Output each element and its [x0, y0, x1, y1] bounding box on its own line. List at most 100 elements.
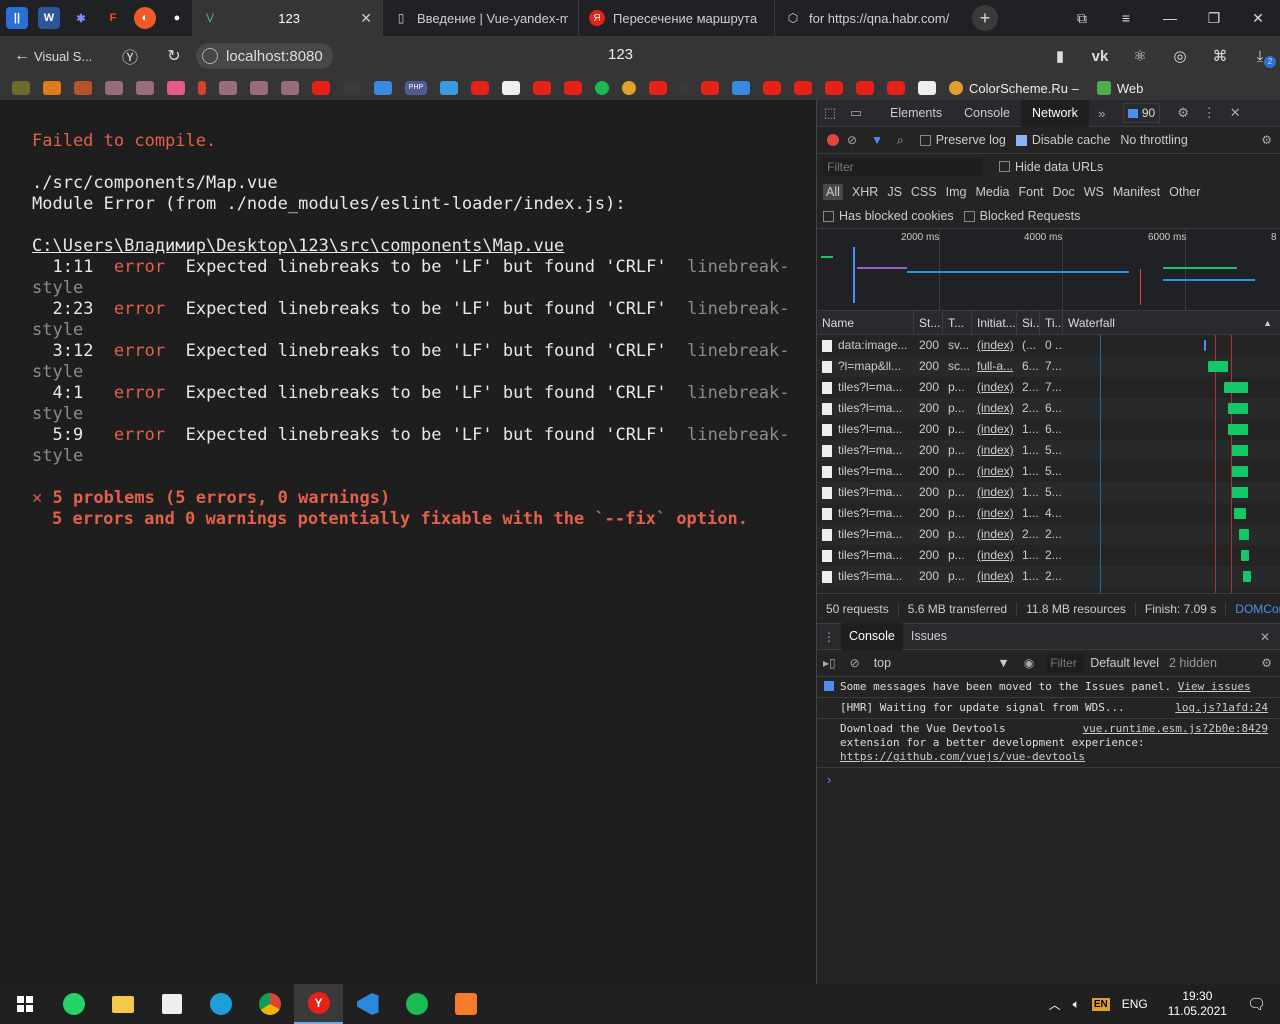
youtube-icon[interactable] [471, 81, 489, 95]
php-icon[interactable]: PHP [405, 81, 427, 95]
hide-data-urls-checkbox[interactable]: Hide data URLs [999, 160, 1103, 174]
bookmark-icon[interactable] [502, 81, 520, 95]
col-time[interactable]: Ti... [1040, 310, 1063, 335]
web-icon[interactable] [1096, 81, 1111, 95]
pinned-tab-pause-icon[interactable]: || [6, 7, 28, 29]
filter-css[interactable]: CSS [911, 185, 937, 199]
chrome-icon[interactable] [245, 984, 294, 1024]
pinned-tab-orange-icon[interactable]: ◐ [134, 7, 156, 29]
start-button[interactable] [0, 984, 49, 1024]
bookmark-icon[interactable] [732, 81, 750, 95]
youtube-icon[interactable] [564, 81, 582, 95]
request-initiator-cell[interactable]: (index) [972, 566, 1017, 587]
whatsapp-icon[interactable] [49, 984, 98, 1024]
youtube-icon[interactable] [649, 81, 667, 95]
react-icon[interactable]: ⚛ [1120, 47, 1160, 65]
network-request-row[interactable]: ?l=map&ll... 200 sc... full-a... 6... 7... [817, 356, 1280, 377]
message-source-link[interactable]: log.js?1afd:24 [1175, 701, 1268, 715]
network-settings-icon[interactable]: ⚙ [1261, 133, 1272, 147]
console-settings-icon[interactable]: ⚙ [1261, 656, 1272, 670]
disable-cache-checkbox[interactable]: Disable cache [1015, 133, 1110, 147]
vscode-icon[interactable] [343, 984, 392, 1024]
drawer-menu-icon[interactable]: ⋮ [817, 630, 841, 644]
tab-elements[interactable]: Elements [879, 100, 953, 127]
request-initiator-cell[interactable]: (index) [972, 398, 1017, 419]
filter-img[interactable]: Img [946, 185, 967, 199]
spotify-icon[interactable] [595, 81, 609, 95]
request-initiator-cell[interactable]: (index) [972, 461, 1017, 482]
drawer-tab-console[interactable]: Console [841, 623, 903, 650]
vue-devtools-link[interactable]: https://github.com/vuejs/vue-devtools [840, 750, 1085, 763]
bookmark-icon[interactable] [136, 81, 154, 95]
youtube-icon[interactable] [825, 81, 843, 95]
search-icon[interactable]: ⌕ [897, 133, 904, 148]
clear-console-icon[interactable]: ⊘ [850, 656, 860, 670]
request-initiator-cell[interactable]: (index) [972, 440, 1017, 461]
volume-icon[interactable]: 🔈︎ [1073, 997, 1080, 1012]
new-tab-button[interactable]: + [972, 5, 998, 31]
view-issues-link[interactable]: View issues [1178, 680, 1251, 693]
url-field[interactable]: localhost:8080 [196, 43, 333, 69]
col-name[interactable]: Name [817, 310, 914, 335]
network-request-row[interactable]: tiles?l=ma... 200 p... (index) 1... 2... [817, 566, 1280, 587]
bookmark-web[interactable]: Web [1117, 81, 1144, 96]
checkbox[interactable] [999, 161, 1010, 172]
bookmark-icon[interactable] [12, 81, 30, 95]
sourcetree-icon[interactable] [441, 984, 490, 1024]
download-icon[interactable]: ⤓ 2 [1240, 48, 1280, 68]
minimize-button[interactable]: — [1148, 0, 1192, 36]
bookmark-icon[interactable] [281, 81, 299, 95]
close-window-button[interactable]: ✕ [1236, 0, 1280, 36]
drawer-tab-issues[interactable]: Issues [903, 623, 955, 650]
file-explorer-icon[interactable] [98, 984, 147, 1024]
bookmark-colorscheme[interactable]: ColorScheme.Ru – [969, 81, 1079, 96]
filter-input[interactable]: Filter [823, 157, 983, 176]
notifications-icon[interactable]: 🗨︎ [1247, 995, 1266, 1013]
youtube-icon[interactable] [856, 81, 874, 95]
request-initiator-cell[interactable]: (index) [972, 419, 1017, 440]
yandex-logo-icon[interactable]: Ⓨ [108, 44, 152, 68]
bookmark-icon[interactable] [43, 81, 61, 95]
col-status[interactable]: St... [914, 310, 943, 335]
eye-icon[interactable]: ◉ [1024, 656, 1034, 670]
record-button[interactable] [827, 134, 839, 146]
bookmark-icon[interactable] [918, 81, 936, 95]
filter-media[interactable]: Media [975, 185, 1009, 199]
bookmark-icon[interactable] [374, 81, 392, 95]
network-request-row[interactable]: tiles?l=ma... 200 p... (index) 2... 7... [817, 377, 1280, 398]
request-initiator-cell[interactable]: (index) [972, 545, 1017, 566]
bookmark-icon[interactable]: ▮ [1040, 47, 1080, 65]
sidebar-toggle-icon[interactable]: ▸▯ [823, 656, 836, 670]
console-prompt[interactable]: › [817, 768, 1280, 791]
tab-network[interactable]: Network [1020, 99, 1089, 127]
request-initiator-cell[interactable]: (index) [972, 335, 1017, 356]
tab-console[interactable]: Console [953, 100, 1021, 127]
close-icon[interactable]: ✕ [360, 10, 372, 27]
more-tabs-icon[interactable]: » [1089, 106, 1115, 121]
tab[interactable]: ⬡ for https://qna.habr.com/ [774, 0, 964, 36]
bookmark-icon[interactable] [343, 81, 361, 95]
tab[interactable]: Я Пересечение маршрута [578, 0, 774, 36]
youtube-icon[interactable] [763, 81, 781, 95]
language-indicator[interactable]: ENG [1122, 997, 1148, 1011]
checkbox[interactable] [963, 210, 975, 222]
col-waterfall[interactable]: Waterfall ▲ [1063, 311, 1280, 335]
vk-icon[interactable]: vk [1080, 48, 1120, 65]
request-initiator-cell[interactable]: (index) [972, 482, 1017, 503]
checkbox[interactable] [919, 134, 931, 146]
youtube-icon[interactable] [794, 81, 812, 95]
request-initiator-cell[interactable]: (index) [972, 503, 1017, 524]
tabs-icon[interactable]: ⧉ [1060, 0, 1104, 36]
tab[interactable]: ▯ Введение | Vue-yandex-m [382, 0, 578, 36]
gear-icon[interactable]: ⚙ [1170, 105, 1196, 121]
network-request-row[interactable]: tiles?l=ma... 200 p... (index) 2... 6... [817, 398, 1280, 419]
pinned-tab-word-icon[interactable]: W [38, 7, 60, 29]
filter-all[interactable]: All [823, 183, 843, 200]
kebab-menu-icon[interactable]: ⋮ [1196, 105, 1222, 121]
reload-icon[interactable]: ↻ [152, 46, 196, 66]
youtube-icon[interactable] [533, 81, 551, 95]
restore-button[interactable]: ❐ [1192, 0, 1236, 36]
colorscheme-icon[interactable] [949, 81, 963, 95]
filter-icon[interactable]: ▼ [871, 133, 883, 147]
col-size[interactable]: Si... [1017, 310, 1040, 335]
